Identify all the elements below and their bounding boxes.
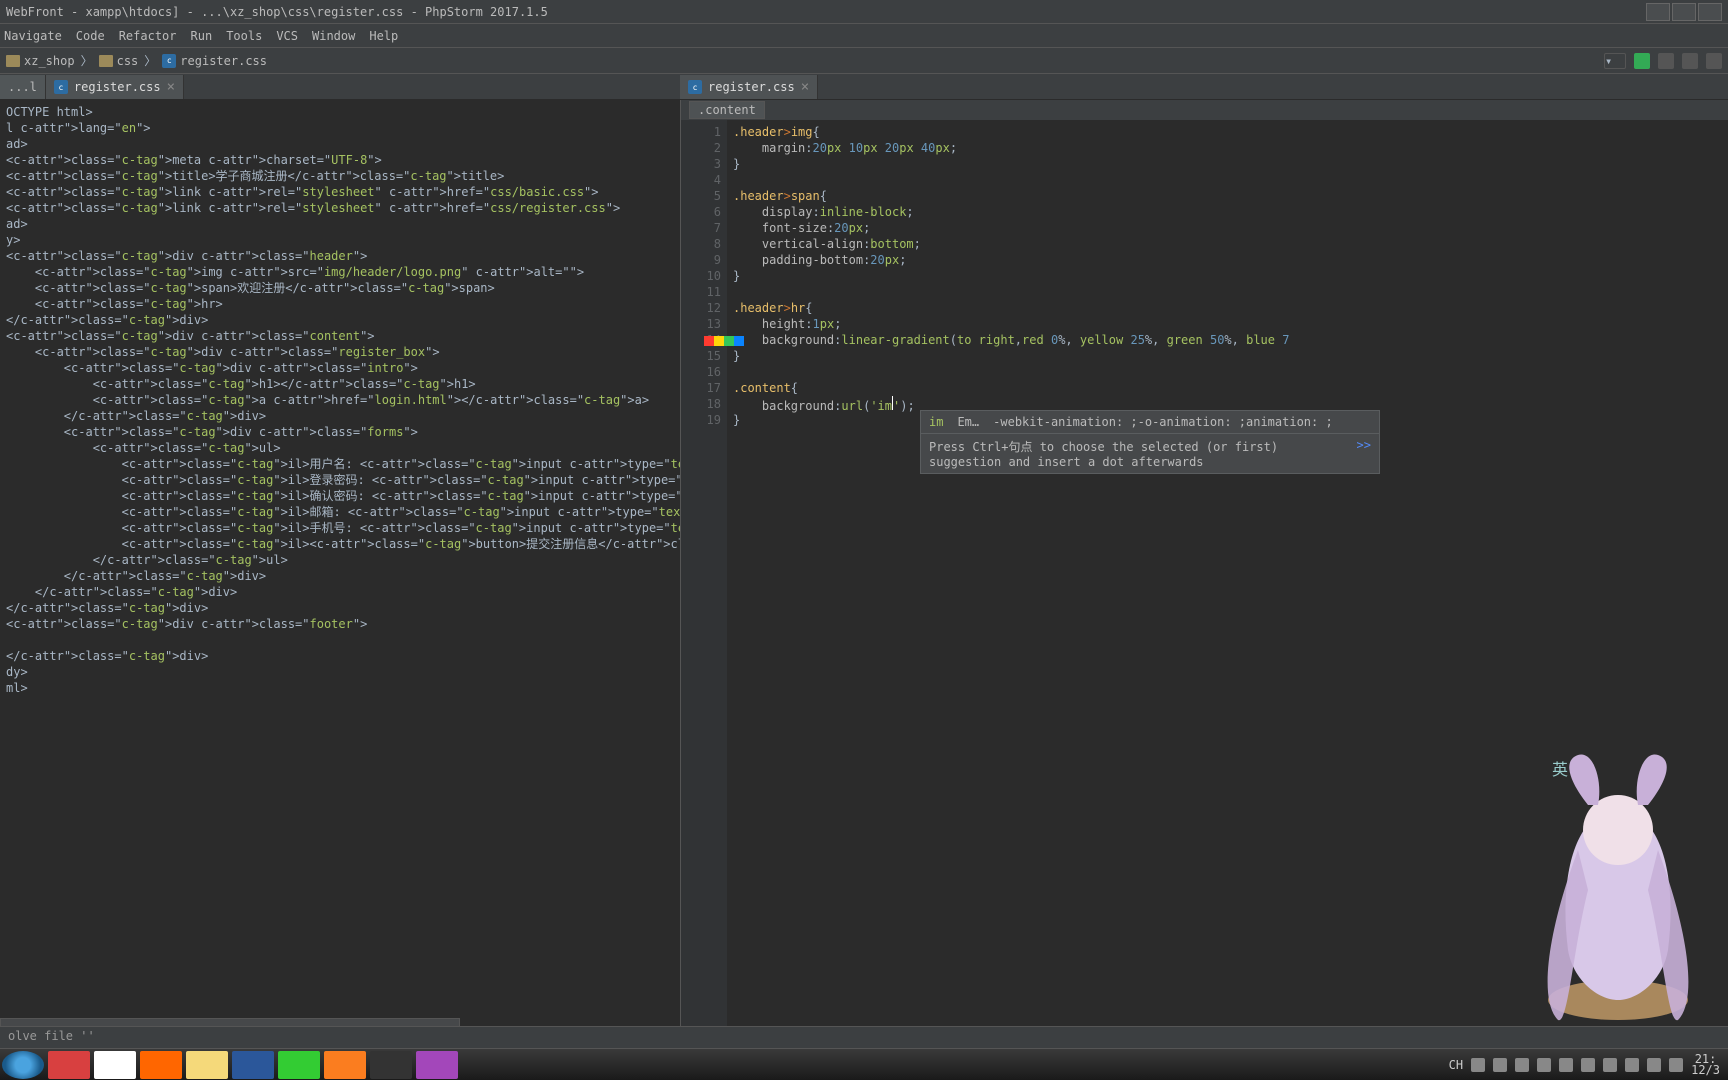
taskbar[interactable]: CH 21: 12/3 — [0, 1048, 1728, 1080]
taskbar-chrome-icon[interactable] — [94, 1051, 136, 1079]
tray-icon[interactable] — [1537, 1058, 1551, 1072]
taskbar-explorer-icon[interactable] — [186, 1051, 228, 1079]
left-editor[interactable]: OCTYPE html>l c-attr">lang="en">ad><c-at… — [0, 100, 680, 1030]
taskbar-uc-icon[interactable] — [140, 1051, 182, 1079]
tray-icon[interactable] — [1603, 1058, 1617, 1072]
menubar[interactable]: Navigate Code Refactor Run Tools VCS Win… — [0, 24, 1728, 48]
menu-vcs[interactable]: VCS — [276, 29, 298, 43]
menu-window[interactable]: Window — [312, 29, 355, 43]
tray-icon[interactable] — [1625, 1058, 1639, 1072]
ime-badge: 英 — [1552, 756, 1568, 780]
minimize-button[interactable] — [1646, 3, 1670, 21]
maximize-button[interactable] — [1672, 3, 1696, 21]
color-swatch-green — [724, 336, 734, 346]
code-breadcrumb[interactable]: .content — [681, 100, 1728, 120]
menu-code[interactable]: Code — [76, 29, 105, 43]
run-config-dropdown[interactable]: ▾ — [1604, 53, 1626, 69]
stop-button-icon[interactable] — [1682, 53, 1698, 69]
css-file-icon: c — [54, 80, 68, 94]
breadcrumb-item[interactable]: css — [99, 54, 139, 68]
right-editor[interactable]: 12345678910111213141516171819 .header>im… — [681, 120, 1728, 1030]
breadcrumb-selector[interactable]: .content — [689, 101, 765, 119]
ime-indicator[interactable]: CH — [1449, 1058, 1463, 1072]
tray-icon[interactable] — [1515, 1058, 1529, 1072]
folder-icon — [6, 55, 20, 67]
right-tabbar: c register.css × — [680, 74, 1728, 100]
css-file-icon: c — [162, 54, 176, 68]
taskbar-app-icon[interactable] — [48, 1051, 90, 1079]
css-file-icon: c — [688, 80, 702, 94]
gutter-color-swatches — [704, 336, 744, 346]
tray-icon[interactable] — [1669, 1058, 1683, 1072]
system-tray[interactable]: CH 21: 12/3 — [1449, 1054, 1726, 1076]
close-icon[interactable]: × — [801, 79, 809, 95]
breadcrumb-item[interactable]: cregister.css — [162, 54, 267, 68]
color-swatch-yellow — [714, 336, 724, 346]
menu-refactor[interactable]: Refactor — [119, 29, 177, 43]
autocomplete-item[interactable]: im Em… -webkit-animation: ;-o-animation:… — [921, 411, 1379, 434]
titlebar: WebFront - xampp\htdocs] - ...\xz_shop\c… — [0, 0, 1728, 24]
tab-register-css-right[interactable]: c register.css × — [680, 75, 818, 99]
tray-icon[interactable] — [1471, 1058, 1485, 1072]
close-button[interactable] — [1698, 3, 1722, 21]
breadcrumb-item[interactable]: xz_shop — [6, 54, 75, 68]
editor-tabs-row: ...l c register.css × c register.css × — [0, 74, 1728, 100]
left-code-area[interactable]: OCTYPE html>l c-attr">lang="en">ad><c-at… — [0, 100, 680, 1030]
color-swatch-red — [704, 336, 714, 346]
taskbar-obs-icon[interactable] — [370, 1051, 412, 1079]
breadcrumb: xz_shop 〉 css 〉 cregister.css ▾ — [0, 48, 1728, 74]
debug-button-icon[interactable] — [1658, 53, 1674, 69]
clock[interactable]: 21: 12/3 — [1691, 1054, 1720, 1076]
line-gutter: 12345678910111213141516171819 — [681, 120, 727, 1030]
editor-split: OCTYPE html>l c-attr">lang="en">ad><c-at… — [0, 100, 1728, 1030]
tray-icon[interactable] — [1581, 1058, 1595, 1072]
tray-icon[interactable] — [1559, 1058, 1573, 1072]
more-link[interactable]: >> — [1357, 438, 1371, 469]
folder-icon — [99, 55, 113, 67]
close-icon[interactable]: × — [167, 79, 175, 95]
taskbar-word-icon[interactable] — [232, 1051, 274, 1079]
tray-icon[interactable] — [1647, 1058, 1661, 1072]
left-editor-pane: OCTYPE html>l c-attr">lang="en">ad><c-at… — [0, 100, 680, 1030]
search-icon[interactable] — [1706, 53, 1722, 69]
tray-icon[interactable] — [1493, 1058, 1507, 1072]
run-button-icon[interactable] — [1634, 53, 1650, 69]
menu-help[interactable]: Help — [369, 29, 398, 43]
tab-html[interactable]: ...l — [0, 75, 46, 99]
left-tabbar: ...l c register.css × — [0, 74, 680, 100]
taskbar-wechat-icon[interactable] — [278, 1051, 320, 1079]
taskbar-xampp-icon[interactable] — [324, 1051, 366, 1079]
color-swatch-blue — [734, 336, 744, 346]
start-button[interactable] — [2, 1051, 44, 1079]
autocomplete-popup[interactable]: im Em… -webkit-animation: ;-o-animation:… — [920, 410, 1380, 474]
autocomplete-hint: Press Ctrl+句点 to choose the selected (or… — [921, 434, 1379, 473]
menu-tools[interactable]: Tools — [226, 29, 262, 43]
menu-navigate[interactable]: Navigate — [4, 29, 62, 43]
statusbar: olve file '' — [0, 1026, 1728, 1048]
taskbar-phpstorm-icon[interactable] — [416, 1051, 458, 1079]
status-text: olve file '' — [8, 1029, 95, 1043]
menu-run[interactable]: Run — [191, 29, 213, 43]
tab-register-css-left[interactable]: c register.css × — [46, 75, 184, 99]
window-title: WebFront - xampp\htdocs] - ...\xz_shop\c… — [6, 5, 548, 19]
right-code-area[interactable]: .header>img{ margin:20px 10px 20px 40px;… — [727, 120, 1728, 1030]
right-editor-pane: .content 12345678910111213141516171819 .… — [680, 100, 1728, 1030]
